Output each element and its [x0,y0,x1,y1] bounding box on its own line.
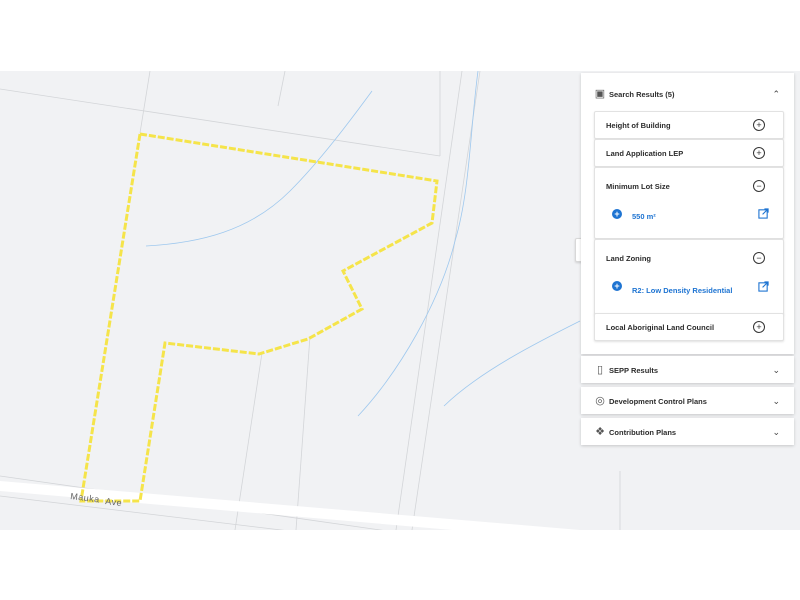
expand-plus-icon[interactable]: + [753,321,765,333]
zoning-value[interactable]: R2: Low Density Residential [632,286,732,295]
search-results-label: Search Results (5) [609,89,675,99]
search-results-section: ▣ Search Results (5) ⌃ Height of Buildin… [581,73,794,354]
map-book-icon: ▣ [594,88,606,100]
collapse-minus-icon[interactable]: − [753,180,765,192]
waterways [145,71,581,417]
collapse-minus-icon[interactable]: − [753,252,765,264]
card-title: Minimum Lot Size [606,182,670,191]
card-land-application-lep[interactable]: Land Application LEP + [594,139,784,167]
lot-size-value[interactable]: 550 m² [632,212,656,221]
development-control-plans-label: Development Control Plans [609,396,707,406]
plus-bullet-icon[interactable]: + [612,281,622,291]
chevron-up-icon[interactable]: ⌃ [772,89,780,100]
lot-boundary[interactable] [79,132,439,503]
open-external-icon[interactable] [758,208,769,219]
spiral-icon: ◎ [595,395,605,407]
contribution-plans-label: Contribution Plans [609,427,677,437]
page: Mauka Ave › ▣ Search Results (5) ⌃ Heigh… [0,0,800,600]
card-height-of-building[interactable]: Height of Building + [594,111,784,139]
card-title: Height of Building [606,121,671,130]
search-results-header[interactable]: ▣ Search Results (5) ⌃ [581,81,794,107]
card-local-aboriginal-land-council[interactable]: Local Aboriginal Land Council + [594,313,784,341]
puzzle-icon: ❖ [595,426,605,438]
open-external-icon[interactable] [758,281,769,292]
development-control-plans-section[interactable]: ◎ Development Control Plans ⌄ [581,387,794,414]
card-title: Land Application LEP [606,149,684,158]
development-control-plans-header[interactable]: ◎ Development Control Plans ⌄ [581,388,794,414]
sepp-results-section[interactable]: ▯ SEPP Results ⌄ [581,356,794,383]
contribution-plans-header[interactable]: ❖ Contribution Plans ⌄ [581,419,794,445]
card-title: Land Zoning [606,254,651,263]
expand-plus-icon[interactable]: + [753,147,765,159]
card-land-zoning[interactable]: Land Zoning − + R2: Low Density Resident… [594,239,784,315]
chevron-down-icon[interactable]: ⌄ [772,427,780,438]
sepp-results-header[interactable]: ▯ SEPP Results ⌄ [581,357,794,383]
document-icon: ▯ [596,364,604,376]
street-label-suffix: Ave [104,496,123,508]
chevron-down-icon[interactable]: ⌄ [772,365,780,376]
expand-plus-icon[interactable]: + [753,119,765,131]
card-minimum-lot-size[interactable]: Minimum Lot Size − + 550 m² [594,167,784,239]
road-mauka-ave [0,481,580,530]
card-title: Local Aboriginal Land Council [606,323,715,332]
chevron-down-icon[interactable]: ⌄ [772,396,780,407]
plus-bullet-icon[interactable]: + [612,209,622,219]
sepp-results-label: SEPP Results [609,365,659,375]
contribution-plans-section[interactable]: ❖ Contribution Plans ⌄ [581,418,794,445]
